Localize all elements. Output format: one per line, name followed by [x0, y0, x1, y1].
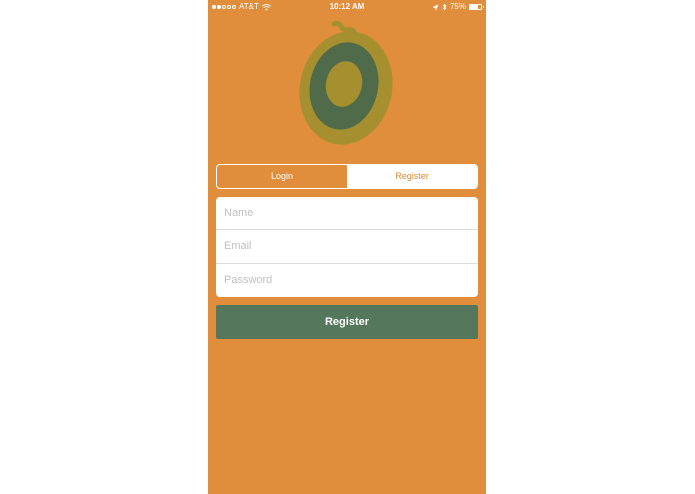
status-bar: AT&T 10:12 AM 75% — [208, 0, 486, 14]
fruit-logo-icon — [299, 21, 393, 145]
phone-screen: AT&T 10:12 AM 75% Login Register Name Em… — [208, 0, 486, 494]
battery-icon — [469, 4, 484, 10]
bluetooth-icon — [442, 3, 447, 11]
password-field[interactable] — [216, 263, 478, 297]
name-field[interactable] — [216, 197, 478, 231]
login-register-toggle: Login Register — [216, 164, 478, 189]
tab-register[interactable]: Register — [347, 165, 477, 188]
email-field[interactable] — [216, 230, 478, 264]
register-button[interactable]: Register — [216, 305, 478, 339]
battery-fill — [470, 5, 479, 9]
register-form — [216, 197, 478, 297]
tab-login[interactable]: Login — [217, 165, 347, 188]
location-arrow-icon — [432, 3, 439, 11]
battery-percent: 75% — [449, 2, 466, 11]
status-right: 75% — [432, 0, 484, 14]
